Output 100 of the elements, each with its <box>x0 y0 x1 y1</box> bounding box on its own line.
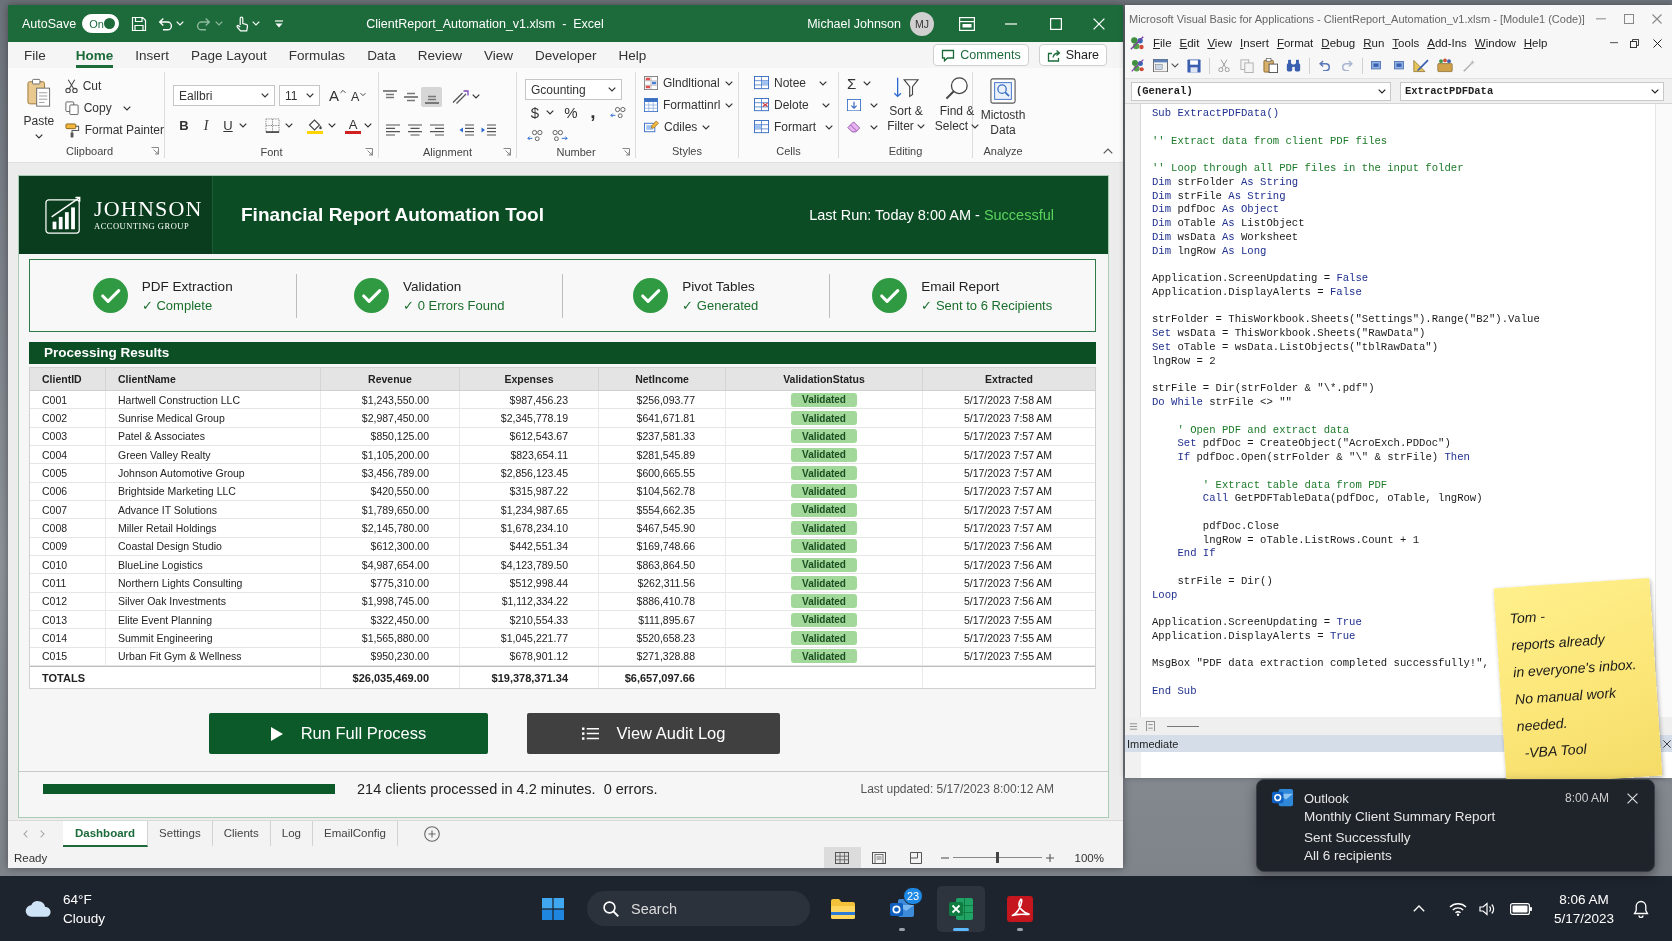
slanted-text-icon[interactable] <box>451 89 469 104</box>
underline-button[interactable]: U <box>220 118 236 133</box>
menu-item[interactable]: Run <box>1363 37 1385 49</box>
ribbon-tab[interactable]: Formulas <box>288 42 346 68</box>
font-size-dropdown[interactable]: 11 <box>279 85 320 106</box>
caret-icon[interactable] <box>870 102 878 108</box>
share-button[interactable]: Share <box>1038 44 1107 66</box>
conditional-formatting-button[interactable]: Glndltional <box>644 72 738 94</box>
menu-item[interactable]: Window <box>1474 37 1516 49</box>
number-format-dropdown[interactable]: Gcounting <box>525 79 622 100</box>
add-sheet-icon[interactable] <box>424 826 440 842</box>
start-icon[interactable] <box>542 897 564 920</box>
ribbon-tab[interactable]: View <box>483 42 513 68</box>
increase-decimal-icon[interactable] <box>610 105 626 119</box>
sort-filter-button[interactable]: Sort & Filter <box>884 72 928 144</box>
increase-decimal-icon[interactable] <box>527 128 543 142</box>
bell-icon[interactable] <box>1633 899 1649 918</box>
ribbon-display-icon[interactable] <box>959 16 975 31</box>
eraser-icon[interactable] <box>847 121 861 133</box>
bold-button[interactable]: B <box>176 118 192 133</box>
caret-icon[interactable] <box>1171 63 1179 68</box>
ribbon-tab[interactable]: Developer <box>534 42 597 68</box>
menu-item[interactable]: View <box>1207 37 1233 49</box>
dialog-launcher-icon[interactable] <box>151 146 159 155</box>
menu-item[interactable]: Edit <box>1179 37 1200 49</box>
lines-icon[interactable] <box>1129 721 1138 731</box>
caret-icon[interactable] <box>546 109 554 115</box>
taskbar-button[interactable]: 23 <box>878 885 926 932</box>
stacked-lines-icon[interactable] <box>1146 720 1155 732</box>
caret-icon[interactable] <box>364 123 372 128</box>
collapse-ribbon-icon[interactable] <box>1103 148 1113 154</box>
find-select-button[interactable]: Find & Select <box>934 72 980 144</box>
view-audit-log-button[interactable]: View Audit Log <box>527 713 780 755</box>
ribbon-tab[interactable]: Help <box>618 42 647 68</box>
user-avatar[interactable]: MJ <box>910 11 934 36</box>
align-left-icon[interactable] <box>385 123 401 136</box>
code-editor[interactable] <box>1125 103 1672 717</box>
undo-icon[interactable] <box>1318 59 1331 72</box>
ribbon-tab[interactable]: Review <box>417 42 462 68</box>
wifi-icon[interactable] <box>1448 901 1467 916</box>
cut-button[interactable]: Cut <box>64 75 164 97</box>
dialog-launcher-icon[interactable] <box>503 147 511 156</box>
battery-icon[interactable] <box>1509 902 1532 915</box>
borders-icon[interactable] <box>265 118 280 133</box>
align-right-icon[interactable] <box>429 123 445 136</box>
run-full-process-button[interactable]: Run Full Process <box>209 713 488 755</box>
fill-color-icon[interactable] <box>307 117 323 134</box>
vertical-align-button[interactable] <box>421 86 442 107</box>
chevron-up-icon[interactable] <box>1412 905 1425 912</box>
menu-item[interactable]: Help <box>1523 37 1548 49</box>
autosum-button[interactable]: Σ <box>847 72 878 94</box>
touch-icon[interactable] <box>235 15 250 32</box>
analyze-data-button[interactable]: Mictosth Data <box>980 72 1026 144</box>
delete-cells-button[interactable]: Delote <box>754 94 838 116</box>
menu-item[interactable]: Debug <box>1321 37 1356 49</box>
close-icon[interactable] <box>1663 739 1671 748</box>
caret-icon[interactable] <box>285 123 293 128</box>
procedure-dropdown[interactable]: ExtractPDFData <box>1400 81 1664 101</box>
autosave-toggle[interactable]: On <box>82 14 120 33</box>
clipboard-icon[interactable] <box>1263 58 1278 73</box>
search-field[interactable]: Search <box>587 891 810 926</box>
cloud-icon[interactable] <box>25 899 52 918</box>
ribbon-tab[interactable]: Data <box>367 42 396 68</box>
object-dropdown[interactable]: (General) <box>1131 81 1391 101</box>
decrease-indent-icon[interactable] <box>459 123 475 136</box>
format-painter-button[interactable]: Format Painter <box>64 119 164 141</box>
menu-item[interactable]: Format <box>1276 37 1314 49</box>
binoculars-icon[interactable] <box>1286 58 1301 73</box>
comma-style-button[interactable]: , <box>585 103 601 121</box>
ribbon-tab[interactable]: Page Layout <box>191 42 267 68</box>
copy-button[interactable]: Copy <box>64 97 164 119</box>
ribbon-tab[interactable]: Insert <box>135 42 170 68</box>
volume-icon[interactable] <box>1478 901 1495 916</box>
tile-icon[interactable] <box>1371 61 1381 70</box>
zoom-in-icon[interactable] <box>1045 853 1054 862</box>
fill-down-icon[interactable] <box>847 98 861 112</box>
window-icon[interactable] <box>1153 58 1168 73</box>
font-name-dropdown[interactable]: Eallbri <box>173 85 275 106</box>
undo-icon[interactable] <box>157 16 174 31</box>
caret-icon[interactable] <box>328 123 336 128</box>
redo-icon[interactable] <box>196 16 213 31</box>
insert-cells-button[interactable]: Notee <box>754 72 838 94</box>
increase-indent-icon[interactable] <box>481 123 497 136</box>
currency-button[interactable]: $ <box>527 103 543 121</box>
save-icon[interactable] <box>1187 58 1201 73</box>
dialog-launcher-icon[interactable] <box>622 148 630 156</box>
toolbox-icon[interactable] <box>1437 58 1453 73</box>
zoom-slider-thumb[interactable] <box>995 852 999 863</box>
menu-item[interactable]: Tools <box>1392 37 1420 49</box>
caret-icon[interactable] <box>870 124 878 130</box>
cell-styles-button[interactable]: Cdiles <box>644 116 738 138</box>
minimize-icon[interactable] <box>1610 42 1618 44</box>
percent-button[interactable]: % <box>563 103 579 121</box>
menu-item[interactable]: Add-Ins <box>1427 37 1467 49</box>
menu-item[interactable]: Insert <box>1240 37 1269 49</box>
paste-button[interactable]: Paste <box>19 75 59 144</box>
close-icon[interactable] <box>1653 38 1662 48</box>
restore-icon[interactable] <box>1630 38 1639 48</box>
sheet-tab[interactable]: Dashboard <box>63 821 149 847</box>
shrink-font-button[interactable]: A <box>351 87 367 104</box>
